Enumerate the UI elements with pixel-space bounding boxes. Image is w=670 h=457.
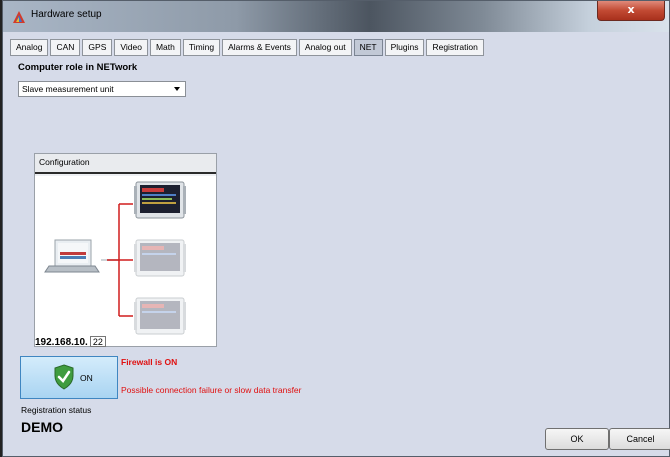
tab-can[interactable]: CAN	[50, 39, 81, 56]
title-bar[interactable]: Hardware setup x	[3, 1, 669, 32]
tab-registration[interactable]: Registration	[426, 39, 484, 56]
chevron-down-icon	[174, 87, 180, 91]
firewall-button[interactable]: ON	[20, 356, 118, 399]
hardware-setup-window: Hardware setup x Analog CAN GPS Video Math Ti…	[2, 0, 670, 457]
cancel-button[interactable]: Cancel	[609, 428, 670, 450]
close-button[interactable]: x	[597, 1, 665, 21]
ip-prefix: 192.168.10.	[35, 337, 88, 348]
tab-gps[interactable]: GPS	[82, 39, 113, 56]
tab-net[interactable]: NET	[353, 39, 383, 56]
tab-bar: Analog CAN GPS Video Math Timing Alarms & Even…	[10, 39, 484, 59]
tab-video[interactable]: Video	[114, 39, 148, 56]
measurement-device-icon	[134, 181, 186, 219]
ip-address: 192.168.10. 22	[35, 336, 106, 348]
shield-check-icon	[54, 364, 74, 390]
firewall-warning: Possible connection failure or slow data…	[121, 385, 302, 395]
measurement-device-icon	[134, 297, 186, 335]
firewall-status-title: Firewall is ON	[121, 357, 178, 367]
firewall-button-label: ON	[80, 373, 93, 383]
close-icon: x	[627, 3, 635, 16]
window-title: Hardware setup	[31, 9, 102, 20]
configuration-panel: Configuration 192.168.10. 22	[34, 153, 217, 348]
network-diagram	[35, 176, 216, 346]
registration-status-label: Registration status	[21, 405, 92, 415]
tab-alarms-events[interactable]: Alarms & Events	[222, 39, 297, 56]
ok-button[interactable]: OK	[545, 428, 609, 450]
registration-status-value: DEMO	[21, 419, 63, 435]
tab-analog[interactable]: Analog	[10, 39, 49, 56]
tab-math[interactable]: Math	[149, 39, 181, 56]
ip-last-octet-field[interactable]: 22	[89, 336, 106, 347]
tab-timing[interactable]: Timing	[182, 39, 221, 56]
network-role-dropdown[interactable]: Slave measurement unit	[18, 81, 186, 97]
network-role-value: Slave measurement unit	[22, 84, 114, 94]
configuration-title: Configuration	[35, 154, 216, 174]
tab-analog-out[interactable]: Analog out	[298, 39, 352, 56]
measurement-device-icon	[134, 239, 186, 277]
tab-plugins[interactable]: Plugins	[384, 39, 425, 56]
network-role-heading: Computer role in NETwork	[18, 62, 138, 73]
app-logo-icon	[13, 11, 25, 23]
